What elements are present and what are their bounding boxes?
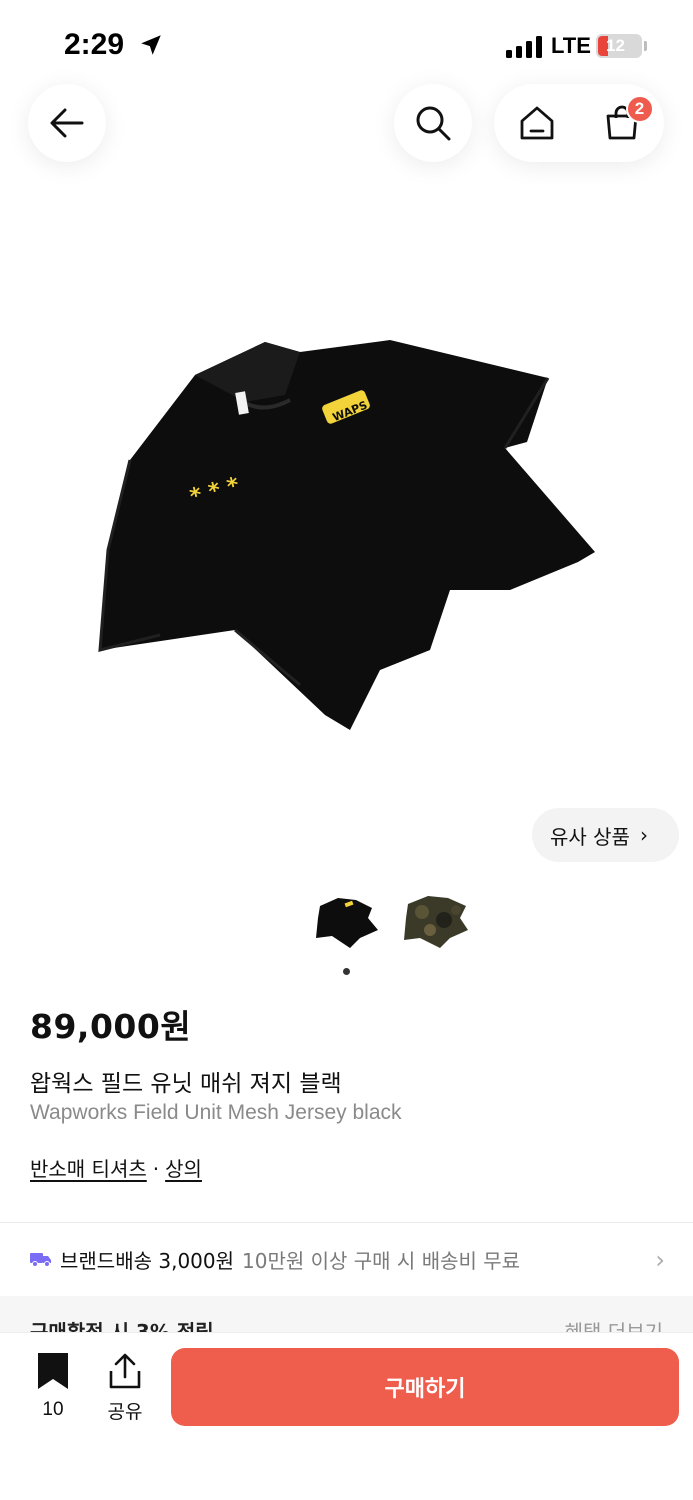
home-button[interactable] <box>507 93 567 153</box>
back-button[interactable] <box>28 84 106 162</box>
bookmark-icon <box>38 1353 68 1389</box>
bottom-action-bar: 10 공유 구매하기 <box>0 1332 693 1500</box>
category-link-short-sleeve[interactable]: 반소매 티셔츠 <box>30 1157 147 1181</box>
share-icon <box>109 1353 141 1389</box>
back-arrow-icon <box>50 108 84 138</box>
share-label: 공유 <box>107 1401 143 1423</box>
product-name-english: Wapworks Field Unit Mesh Jersey black <box>30 1101 402 1124</box>
product-image[interactable]: WAPS * * * <box>0 230 693 790</box>
product-price: 89,000원 <box>30 1007 192 1046</box>
similar-products-label: 유사 상품 <box>550 824 630 849</box>
bookmark-button[interactable]: 10 <box>30 1353 76 1421</box>
cart-button[interactable]: 2 <box>592 93 654 153</box>
tshirt-illustration: WAPS * * * <box>98 340 595 730</box>
shipping-label: 브랜드배송 3,000원 <box>60 1248 235 1273</box>
search-icon <box>416 106 451 141</box>
battery-icon: 12 <box>596 34 642 58</box>
thumbnail-camo[interactable] <box>400 888 472 950</box>
battery-cap <box>644 41 647 51</box>
buy-button[interactable]: 구매하기 <box>171 1348 679 1426</box>
signal-icon <box>506 36 542 58</box>
bookmark-count: 10 <box>42 1399 64 1420</box>
category-link-tops[interactable]: 상의 <box>165 1157 202 1181</box>
product-name-korean: 왑웍스 필드 유닛 매쉬 져지 블랙 <box>30 1071 342 1097</box>
truck-icon <box>30 1253 51 1267</box>
similar-products-button[interactable]: 유사 상품 › <box>532 808 679 862</box>
divider <box>0 1222 693 1223</box>
carousel-indicator <box>343 968 350 975</box>
cart-count-badge: 2 <box>625 95 654 123</box>
image-thumbnails <box>310 888 480 958</box>
battery-percent: 12 <box>606 36 625 55</box>
chevron-right-icon: › <box>655 1246 665 1274</box>
share-button[interactable]: 공유 <box>100 1353 150 1424</box>
category-separator: · <box>152 1157 160 1181</box>
benefit-row[interactable]: 구매확정 시 3% 적립 혜택 더보기 <box>0 1296 693 1336</box>
home-icon <box>520 106 553 140</box>
chevron-right-icon: › <box>639 823 648 847</box>
status-bar: 2:29 LTE 12 <box>0 0 693 90</box>
shipping-row[interactable]: 브랜드배송 3,000원 10만원 이상 구매 시 배송비 무료 › <box>0 1230 693 1288</box>
network-type: LTE <box>551 33 591 58</box>
home-cart-group: 2 <box>494 84 664 162</box>
status-time: 2:29 <box>64 28 125 61</box>
category-breadcrumb: 반소매 티셔츠 · 상의 <box>30 1153 202 1182</box>
search-button[interactable] <box>394 84 472 162</box>
shipping-free-note: 10만원 이상 구매 시 배송비 무료 <box>242 1248 521 1273</box>
location-arrow-icon <box>141 35 161 55</box>
thumbnail-black[interactable] <box>310 888 382 950</box>
